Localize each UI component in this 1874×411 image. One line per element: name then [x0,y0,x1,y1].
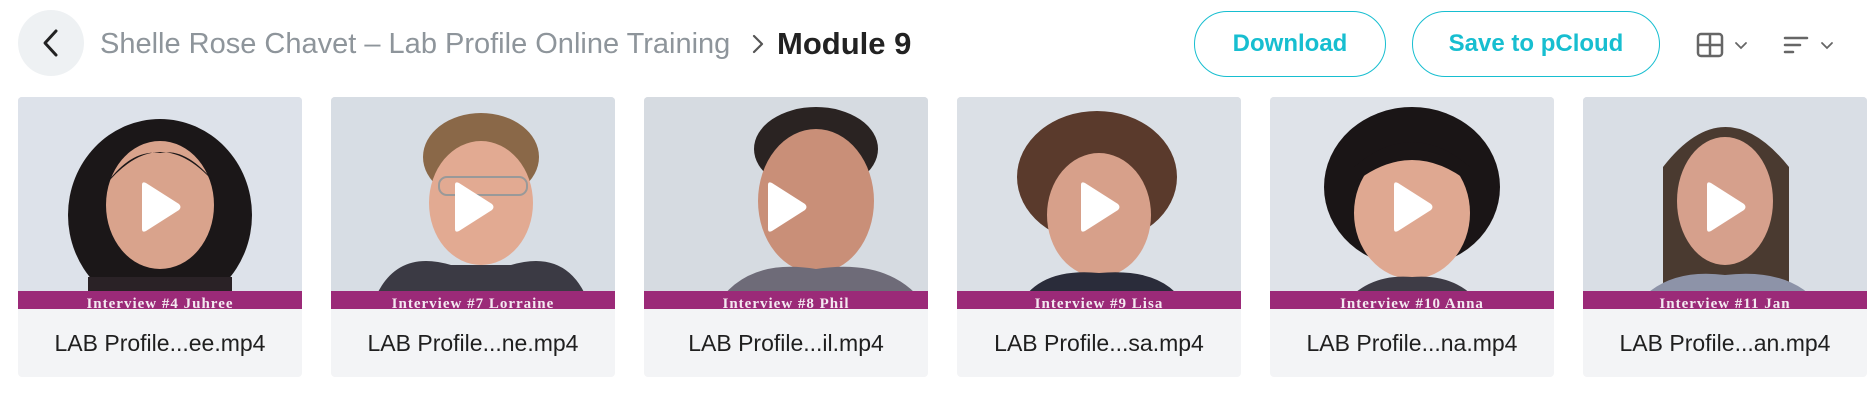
play-icon [455,182,494,232]
breadcrumb-current-folder: Module 9 [777,26,912,61]
save-to-pcloud-button[interactable]: Save to pCloud [1412,11,1660,77]
file-name: LAB Profile...ee.mp4 [54,330,266,356]
thumbnail-caption: Interview #7 Lorraine [331,291,615,309]
file-card[interactable]: Interview #4 Juhree LAB Profile...ee.mp4 [18,97,302,377]
thumbnail-caption: Interview #4 Juhree [18,291,302,309]
play-icon [1081,182,1120,232]
thumbnail-caption: Interview #10 Anna [1270,291,1554,309]
chevron-down-icon [1821,42,1833,50]
chevron-right-icon [752,34,764,54]
video-thumbnail: Interview #7 Lorraine [331,97,615,309]
file-name: LAB Profile...il.mp4 [688,330,884,356]
file-name: LAB Profile...sa.mp4 [994,330,1204,356]
play-icon [142,182,181,232]
video-thumbnail: Interview #10 Anna [1270,97,1554,309]
video-thumbnail: Interview #4 Juhree [18,97,302,309]
file-card[interactable]: Interview #7 Lorraine LAB Profile...ne.m… [331,97,615,377]
play-icon [1394,182,1433,232]
file-name: LAB Profile...an.mp4 [1619,330,1831,356]
sort-dropdown[interactable] [1782,28,1850,62]
thumbnail-caption: Interview #11 Jan [1583,291,1867,309]
thumbnail-caption: Interview #8 Phil [644,291,928,309]
file-name: LAB Profile...na.mp4 [1306,330,1518,356]
breadcrumb-parent-folder[interactable]: Shelle Rose Chavet – Lab Profile Online … [100,22,730,66]
view-mode-dropdown[interactable] [1696,28,1764,62]
file-card[interactable]: Interview #11 Jan LAB Profile...an.mp4 [1583,97,1867,377]
video-thumbnail: Interview #8 Phil [644,97,928,309]
video-thumbnail: Interview #11 Jan [1583,97,1867,309]
file-card[interactable]: Interview #10 Anna LAB Profile...na.mp4 [1270,97,1554,377]
chevron-down-icon [1735,42,1747,50]
chevron-left-icon [43,29,58,57]
file-card[interactable]: Interview #9 Lisa LAB Profile...sa.mp4 [957,97,1241,377]
thumbnail-caption: Interview #9 Lisa [957,291,1241,309]
play-icon [1707,182,1746,232]
back-button[interactable] [18,10,84,76]
top-bar: Shelle Rose Chavet – Lab Profile Online … [0,0,1874,92]
download-button[interactable]: Download [1194,11,1386,77]
file-grid: Interview #4 Juhree LAB Profile...ee.mp4… [18,97,1867,377]
sort-lines-icon [1783,36,1809,54]
file-name: LAB Profile...ne.mp4 [367,330,579,356]
file-card[interactable]: Interview #8 Phil LAB Profile...il.mp4 [644,97,928,377]
grid-view-icon [1696,32,1724,58]
video-thumbnail: Interview #9 Lisa [957,97,1241,309]
play-icon [768,182,807,232]
